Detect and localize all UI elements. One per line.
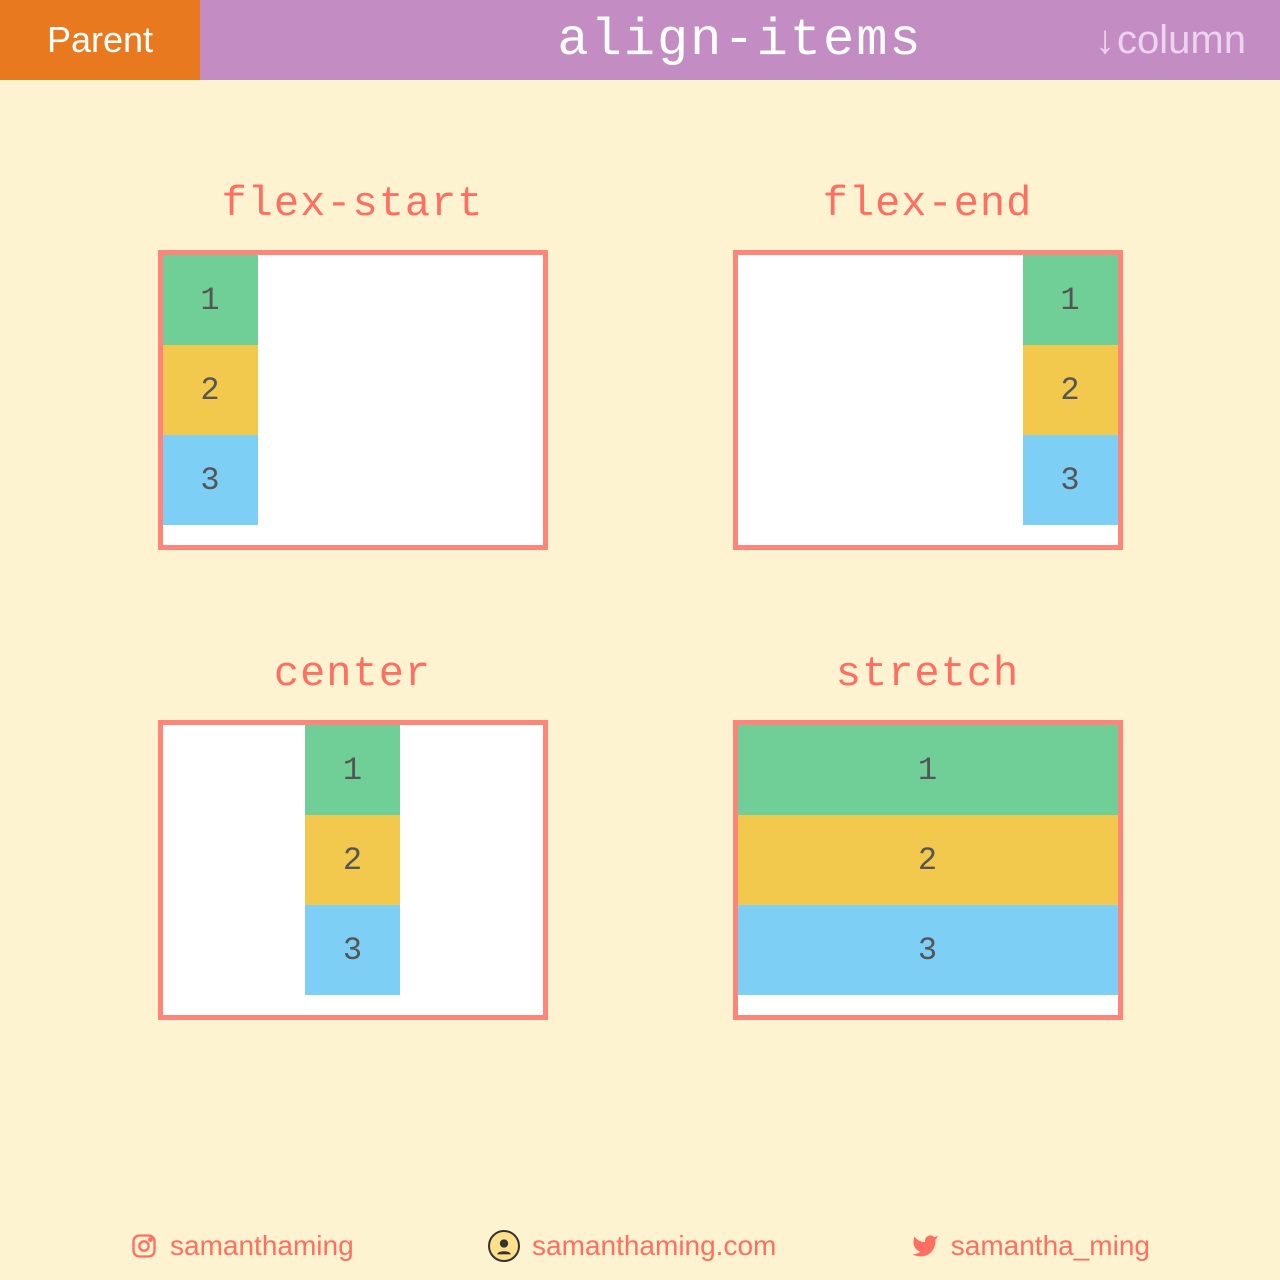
example-flex-end: flex-end 1 2 3 [705, 180, 1150, 550]
flex-item-3: 3 [305, 905, 400, 995]
twitter-icon [911, 1232, 939, 1260]
flex-item-1: 1 [738, 725, 1118, 815]
instagram-handle: samanthaming [170, 1230, 354, 1262]
arrow-down-icon: ↓ [1095, 18, 1115, 63]
example-stretch: stretch 1 2 3 [705, 650, 1150, 1020]
flex-container: 1 2 3 [158, 250, 548, 550]
instagram-link[interactable]: samanthaming [130, 1230, 354, 1262]
direction-label: column [1117, 18, 1246, 63]
flex-item-2: 2 [163, 345, 258, 435]
example-flex-start: flex-start 1 2 3 [130, 180, 575, 550]
flex-item-1: 1 [163, 255, 258, 345]
flex-container: 1 2 3 [733, 250, 1123, 550]
flex-item-1: 1 [305, 725, 400, 815]
flex-item-2: 2 [1023, 345, 1118, 435]
flex-item-3: 3 [163, 435, 258, 525]
example-label: center [274, 650, 431, 698]
twitter-link[interactable]: samantha_ming [911, 1230, 1150, 1262]
flex-item-2: 2 [305, 815, 400, 905]
example-label: stretch [836, 650, 1019, 698]
example-label: flex-start [221, 180, 483, 228]
website-link[interactable]: samanthaming.com [488, 1230, 776, 1262]
avatar-icon [488, 1230, 520, 1262]
flex-container: 1 2 3 [158, 720, 548, 1020]
flex-direction-indicator: ↓ column [1095, 0, 1246, 80]
footer: samanthaming samanthaming.com samantha_m… [0, 1230, 1280, 1262]
flex-container: 1 2 3 [733, 720, 1123, 1020]
header: Parent align-items ↓ column [0, 0, 1280, 80]
page-title: align-items [557, 11, 922, 70]
flex-item-1: 1 [1023, 255, 1118, 345]
website-url: samanthaming.com [532, 1230, 776, 1262]
example-center: center 1 2 3 [130, 650, 575, 1020]
examples-grid: flex-start 1 2 3 flex-end 1 2 3 center 1… [0, 80, 1280, 1080]
flex-item-3: 3 [738, 905, 1118, 995]
example-label: flex-end [823, 180, 1033, 228]
flex-item-3: 3 [1023, 435, 1118, 525]
parent-tag: Parent [0, 0, 200, 80]
twitter-handle: samantha_ming [951, 1230, 1150, 1262]
instagram-icon [130, 1232, 158, 1260]
flex-item-2: 2 [738, 815, 1118, 905]
